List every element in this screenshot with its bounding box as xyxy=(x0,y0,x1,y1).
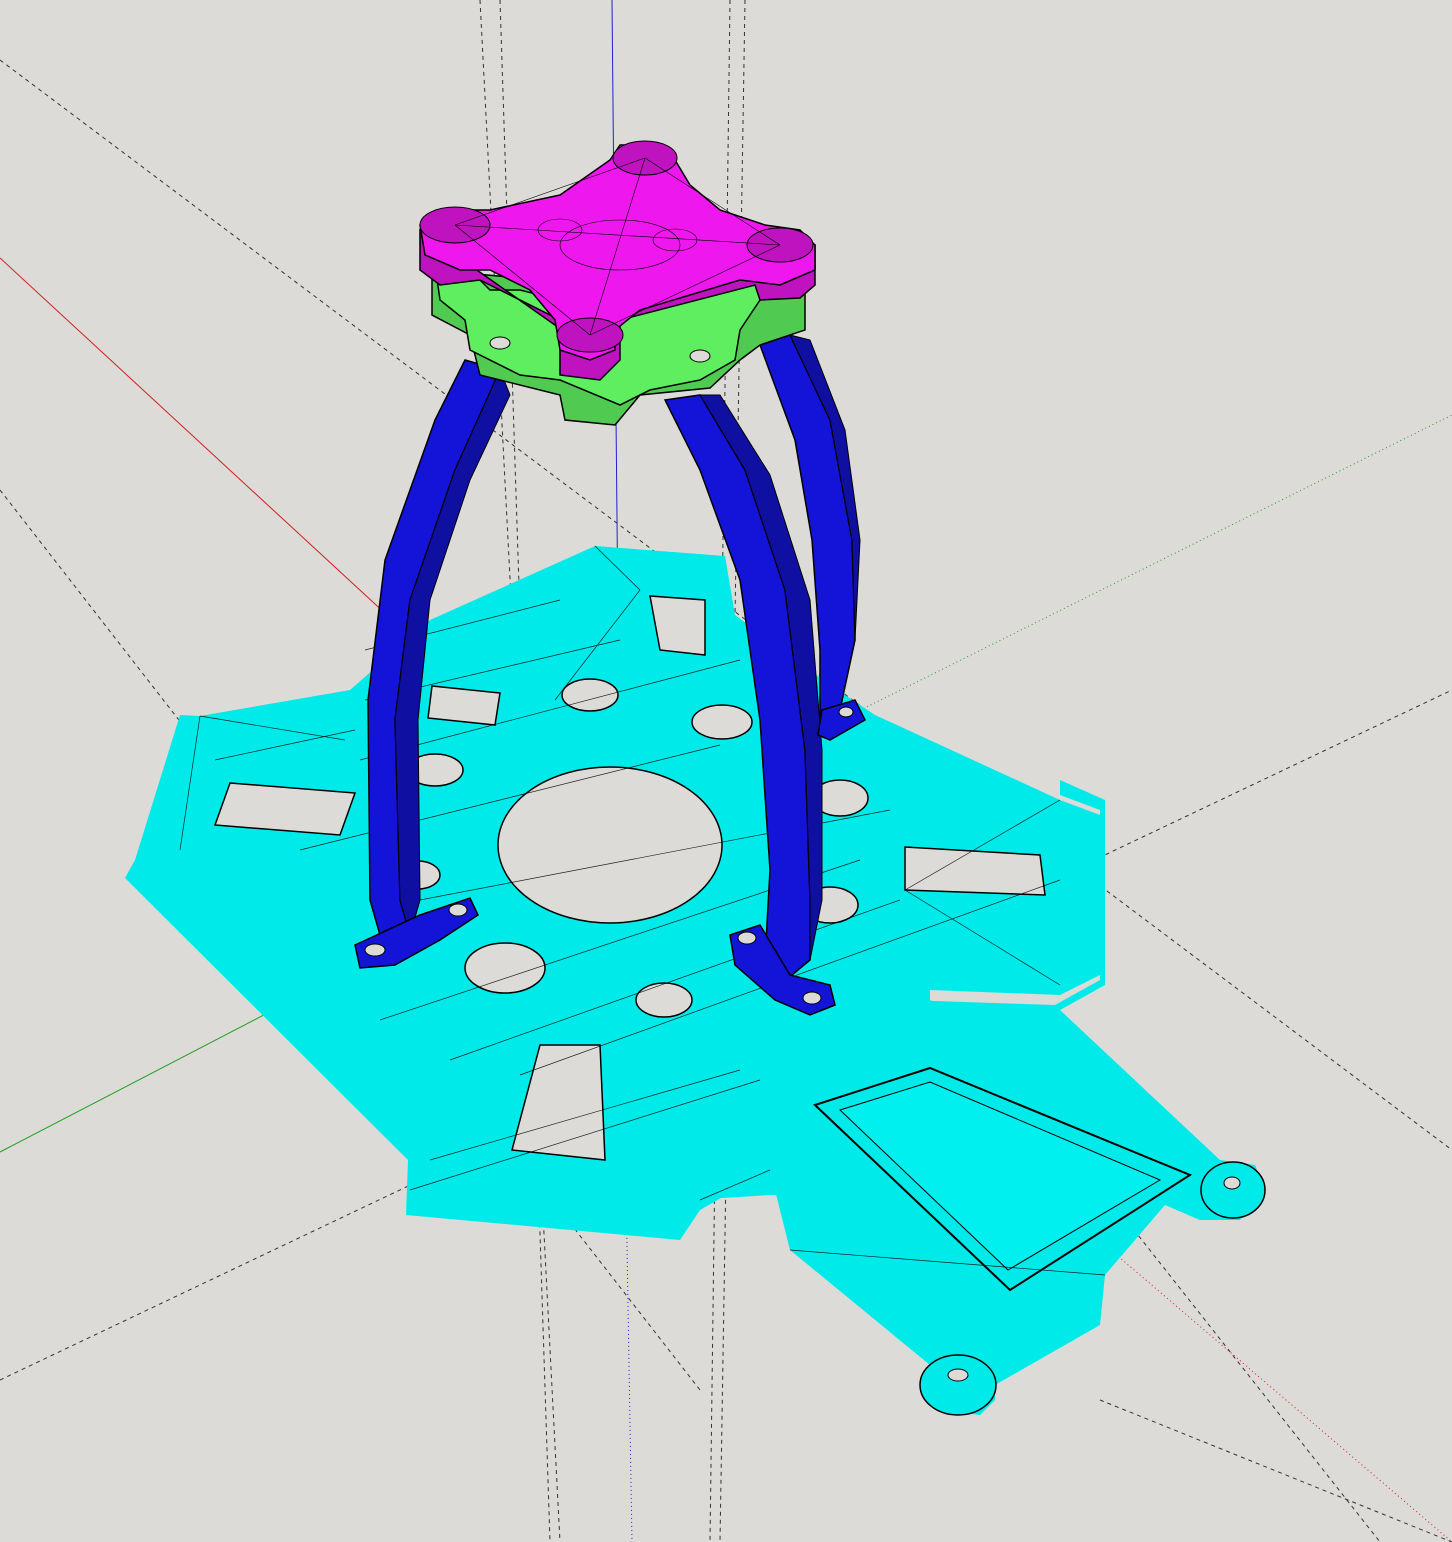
spacer-hole xyxy=(489,336,511,350)
mount-ear-hole xyxy=(1223,1176,1241,1190)
foot-hole xyxy=(838,706,854,718)
mount-ear xyxy=(919,1354,997,1416)
foot-hole xyxy=(364,943,386,957)
frame-hole xyxy=(691,704,753,740)
spacer-hole xyxy=(689,349,711,363)
foot-hole xyxy=(802,991,822,1005)
frame-bottom-plate[interactable] xyxy=(125,545,1266,1416)
cutout xyxy=(427,685,501,726)
frame-hole xyxy=(635,982,693,1018)
center-hole xyxy=(497,766,723,924)
model-canvas[interactable] xyxy=(0,0,1452,1542)
foot-hole xyxy=(448,903,468,917)
sketchup-3d-viewport[interactable] xyxy=(0,0,1452,1542)
mount-ear xyxy=(1200,1161,1266,1219)
foot-hole xyxy=(737,931,757,945)
cutout xyxy=(213,782,357,836)
frame-hole xyxy=(561,678,619,712)
mount-ear-hole xyxy=(947,1368,969,1382)
frame-hole xyxy=(464,942,546,994)
cutout xyxy=(904,846,1046,896)
